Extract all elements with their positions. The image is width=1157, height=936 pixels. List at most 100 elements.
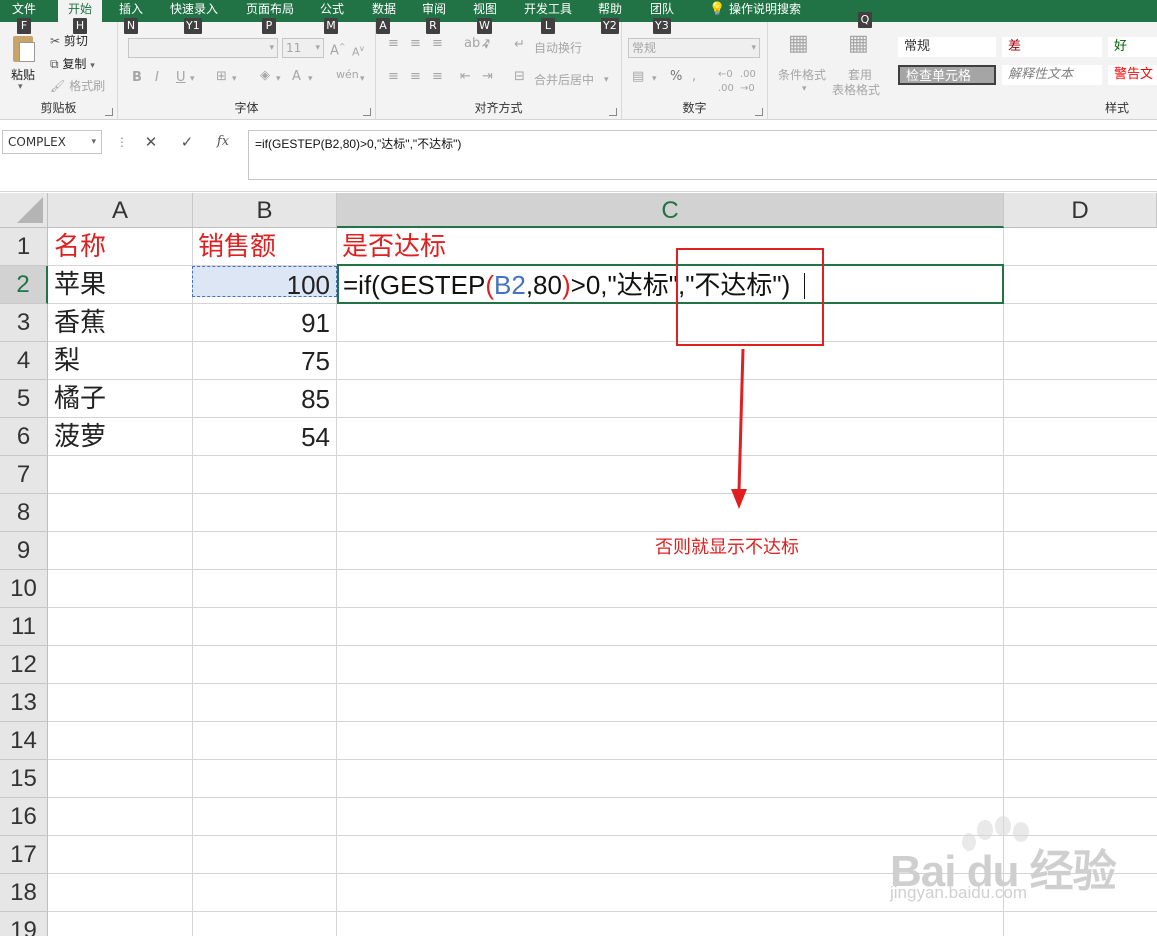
merge-center-button[interactable]: 合并后居中 (534, 71, 594, 88)
number-format-select[interactable]: 常规 ▾ (628, 38, 760, 58)
column-header-c[interactable]: C (337, 193, 1004, 228)
border-icon[interactable]: ⊞ (216, 70, 227, 84)
merge-dropdown-icon[interactable]: ▾ (604, 73, 609, 87)
cell-c1[interactable]: 是否达标 (342, 228, 446, 266)
row-header-5[interactable]: 5 (0, 380, 48, 418)
copy-button[interactable]: ⧉ 复制 ▾ (50, 55, 95, 72)
row-header-3[interactable]: 3 (0, 304, 48, 342)
alignment-launcher-icon[interactable] (609, 108, 617, 116)
percent-style-button[interactable]: % (670, 70, 682, 84)
font-color-dropdown-icon[interactable]: ▾ (308, 72, 313, 86)
font-color-icon[interactable]: A (292, 70, 301, 84)
align-left-icon[interactable]: ≡ (388, 70, 399, 84)
increase-font-icon[interactable]: A^ (330, 40, 346, 58)
insert-function-button[interactable]: fx (208, 131, 238, 155)
row-header-16[interactable]: 16 (0, 798, 48, 836)
decrease-decimal-icon[interactable]: .00 →0 (740, 68, 756, 96)
cell-a1[interactable]: 名称 (54, 228, 106, 266)
formula-input[interactable]: =if(GESTEP(B2,80)>0,"达标","不达标") (248, 130, 1157, 180)
style-warning-text[interactable]: 警告文 (1108, 65, 1157, 85)
table-format-icon[interactable]: ▦ (848, 32, 869, 56)
align-top-icon[interactable]: ≡ (388, 37, 399, 51)
style-bad[interactable]: 差 (1002, 37, 1102, 57)
cell-b5[interactable]: 85 (193, 380, 336, 418)
clipboard-launcher-icon[interactable] (105, 108, 113, 116)
row-header-14[interactable]: 14 (0, 722, 48, 760)
fill-color-dropdown-icon[interactable]: ▾ (276, 72, 281, 86)
border-dropdown-icon[interactable]: ▾ (232, 72, 237, 86)
wrap-text-button[interactable]: 自动换行 (534, 39, 582, 56)
cell-b1[interactable]: 销售额 (198, 228, 276, 266)
format-painter-button[interactable]: 🖌 格式刷 (50, 77, 105, 94)
font-size-select[interactable]: 11 ▾ (282, 38, 324, 58)
underline-button[interactable]: U (176, 71, 186, 85)
paste-icon[interactable] (10, 34, 36, 64)
cell-b2[interactable]: 100 (193, 266, 336, 304)
row-header-18[interactable]: 18 (0, 874, 48, 912)
align-middle-icon[interactable]: ≡ (410, 37, 421, 51)
phonetic-icon[interactable]: wén (336, 68, 359, 82)
row-header-7[interactable]: 7 (0, 456, 48, 494)
align-right-icon[interactable]: ≡ (432, 70, 443, 84)
row-header-19[interactable]: 19 (0, 912, 48, 936)
number-launcher-icon[interactable] (755, 108, 763, 116)
table-format-button-line2[interactable]: 表格格式 (832, 81, 880, 98)
column-header-b[interactable]: B (193, 193, 337, 228)
column-header-a[interactable]: A (48, 193, 193, 228)
row-header-15[interactable]: 15 (0, 760, 48, 798)
style-explanatory-text[interactable]: 解释性文本 (1002, 65, 1102, 85)
fill-color-icon[interactable]: ◈ (260, 69, 270, 83)
conditional-format-button[interactable]: 条件格式 (778, 66, 826, 83)
align-center-icon[interactable]: ≡ (410, 70, 421, 84)
font-launcher-icon[interactable] (363, 108, 371, 116)
name-box[interactable]: COMPLEX ▾ (2, 130, 102, 154)
cell-a4[interactable]: 梨 (54, 342, 80, 380)
cell-b6[interactable]: 54 (193, 418, 336, 456)
formula-bar-grip-icon[interactable]: ⋮ (116, 135, 128, 149)
row-header-6[interactable]: 6 (0, 418, 48, 456)
cell-b3[interactable]: 91 (193, 304, 336, 342)
row-header-12[interactable]: 12 (0, 646, 48, 684)
conditional-format-icon[interactable]: ▦ (788, 32, 809, 56)
bold-button[interactable]: B (132, 71, 142, 85)
style-good[interactable]: 好 (1108, 37, 1157, 57)
paste-dropdown-icon[interactable]: ▾ (18, 82, 23, 92)
enter-button[interactable]: ✓ (172, 131, 202, 155)
row-header-1[interactable]: 1 (0, 228, 48, 266)
decrease-indent-icon[interactable]: ⇤ (460, 70, 471, 84)
increase-decimal-icon[interactable]: ←0.00 (718, 68, 734, 96)
cell-a3[interactable]: 香蕉 (54, 304, 106, 342)
column-header-d[interactable]: D (1004, 193, 1157, 228)
phonetic-dropdown-icon[interactable]: ▾ (360, 72, 365, 86)
cell-b4[interactable]: 75 (193, 342, 336, 380)
cell-a6[interactable]: 菠萝 (54, 418, 106, 456)
row-header-4[interactable]: 4 (0, 342, 48, 380)
merge-center-icon[interactable]: ⊟ (514, 70, 525, 84)
decrease-font-icon[interactable]: Av (352, 42, 364, 60)
row-header-11[interactable]: 11 (0, 608, 48, 646)
row-header-17[interactable]: 17 (0, 836, 48, 874)
style-normal[interactable]: 常规 (898, 37, 996, 57)
paste-button[interactable]: 粘贴 (11, 66, 35, 83)
row-header-10[interactable]: 10 (0, 570, 48, 608)
style-check-cell[interactable]: 检查单元格 (898, 65, 996, 85)
accounting-format-icon[interactable]: ▤ (632, 70, 644, 84)
cancel-button[interactable]: ✕ (136, 131, 166, 155)
align-bottom-icon[interactable]: ≡ (432, 37, 443, 51)
cut-button[interactable]: ✂ 剪切 (50, 32, 88, 49)
row-header-2[interactable]: 2 (0, 266, 48, 304)
orientation-dropdown-icon[interactable]: ▾ (484, 40, 489, 54)
cell-a5[interactable]: 橘子 (54, 380, 106, 418)
row-header-9[interactable]: 9 (0, 532, 48, 570)
tell-me-search[interactable]: 💡 操作说明搜索 (700, 0, 810, 22)
comma-style-icon[interactable]: , (692, 70, 696, 84)
font-family-select[interactable]: ▾ (128, 38, 278, 58)
name-box-dropdown-icon[interactable]: ▾ (91, 131, 96, 153)
cell-a2[interactable]: 苹果 (54, 266, 106, 304)
row-header-13[interactable]: 13 (0, 684, 48, 722)
increase-indent-icon[interactable]: ⇥ (482, 70, 493, 84)
row-header-8[interactable]: 8 (0, 494, 48, 532)
wrap-text-icon[interactable]: ↵ (514, 38, 525, 52)
italic-button[interactable]: I (155, 71, 159, 85)
accounting-dropdown-icon[interactable]: ▾ (652, 72, 657, 86)
